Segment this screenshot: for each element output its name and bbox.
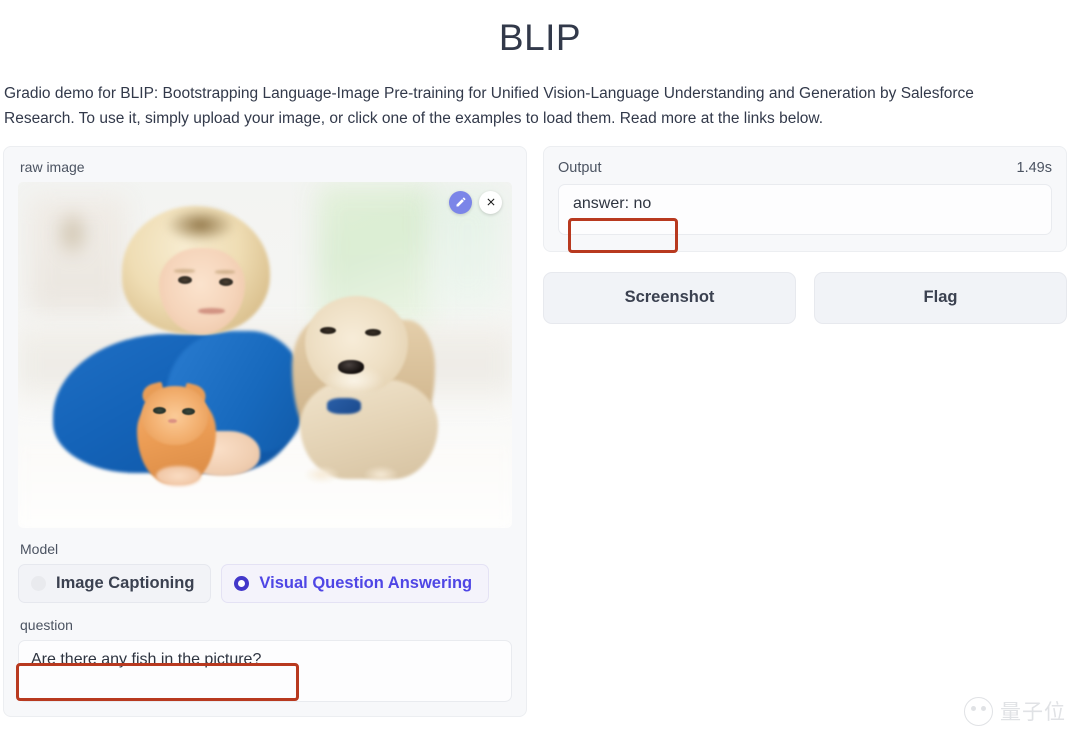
photo-puppy-collar	[326, 398, 362, 414]
flag-button[interactable]: Flag	[814, 271, 1067, 324]
photo-puppy-paw-left	[304, 465, 340, 483]
watermark-text: 量子位	[1000, 700, 1066, 724]
photo-puppy-eye-right	[364, 328, 381, 337]
model-selector: Model Image Captioning Visual Question A…	[18, 541, 512, 603]
action-buttons: Screenshot Flag	[543, 271, 1067, 324]
watermark: 量子位	[964, 696, 1066, 726]
image-tool-group	[449, 190, 502, 214]
radio-visual-question-answering-label: Visual Question Answering	[259, 573, 473, 592]
output-value: answer: no	[573, 194, 652, 212]
radio-image-captioning[interactable]: Image Captioning	[18, 563, 212, 603]
photo-boy-hair-shadow	[166, 207, 236, 243]
question-input[interactable]: Are there any fish in the picture?	[18, 639, 512, 702]
photo-puppy-paw-right	[363, 465, 399, 483]
screenshot-button[interactable]: Screenshot	[543, 271, 796, 324]
output-panel: Output 1.49s answer: no	[543, 145, 1067, 252]
question-value: Are there any fish in the picture?	[31, 650, 262, 668]
photo-kitten-nose	[168, 418, 178, 424]
photo-puppy-nose	[338, 360, 364, 374]
photo-boy-mouth	[198, 308, 225, 314]
photo-image	[18, 181, 512, 528]
raw-image-preview[interactable]	[18, 181, 512, 528]
input-panel: raw image Model Image Captioning Visual …	[3, 145, 527, 717]
watermark-logo-icon	[964, 696, 993, 726]
output-label: Output	[558, 159, 602, 176]
radio-selected-icon	[234, 575, 250, 591]
question-label: question	[20, 616, 73, 633]
output-column: Output 1.49s answer: no Screenshot Flag	[543, 145, 1067, 324]
raw-image-label: raw image	[20, 158, 85, 175]
photo-puppy-eye-left	[320, 326, 337, 335]
photo-boy-brow-right	[214, 270, 236, 274]
radio-visual-question-answering[interactable]: Visual Question Answering	[221, 563, 490, 603]
output-duration: 1.49s	[1016, 159, 1052, 176]
photo-background-plant	[52, 206, 93, 262]
model-radio-group: Image Captioning Visual Question Answeri…	[18, 563, 512, 603]
photo-kitten-head	[141, 386, 209, 445]
model-label: Model	[20, 540, 59, 557]
output-textbox[interactable]: answer: no	[558, 183, 1052, 235]
radio-image-captioning-label: Image Captioning	[56, 573, 195, 592]
photo-kitten-paws	[156, 465, 201, 487]
close-icon[interactable]	[479, 190, 502, 214]
main-columns: raw image Model Image Captioning Visual …	[0, 145, 1080, 717]
page-description: Gradio demo for BLIP: Bootstrapping Lang…	[4, 84, 974, 127]
radio-unselected-icon	[31, 575, 46, 591]
photo-kitten-eye-right	[182, 407, 195, 416]
photo-boy-brow-left	[174, 269, 195, 273]
question-field: question Are there any fish in the pictu…	[18, 617, 512, 702]
output-header: Output 1.49s	[558, 160, 1052, 176]
pencil-icon[interactable]	[449, 190, 472, 214]
page-title: BLIP	[498, 17, 582, 58]
